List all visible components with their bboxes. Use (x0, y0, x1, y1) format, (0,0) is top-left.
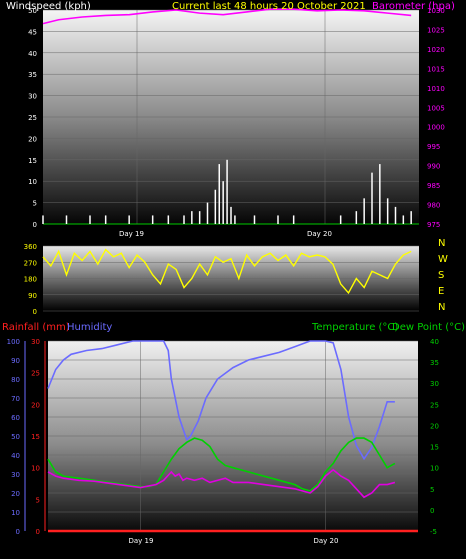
temp-tick-label: 15 (430, 444, 439, 452)
left-tick-label: 10 (28, 178, 37, 186)
barometer-title: Barometer (hpa) (372, 1, 455, 12)
humidity-tick-label: 60 (11, 414, 20, 422)
temp-tick-label: 0 (430, 507, 434, 515)
weather-chart: 05101520253035404550 9759809859909951000… (2, 1, 465, 545)
right-tick-label: 975 (427, 221, 440, 229)
temp-tick-label: 10 (430, 465, 439, 473)
left-tick-label: 0 (33, 221, 37, 229)
rainfall-axis: 0 5 10 15 20 25 30 (31, 338, 46, 536)
temp-tick-label: 5 (430, 486, 434, 494)
left-tick-label: 35 (28, 71, 37, 79)
temperature-axis: -5 0 5 10 15 20 25 30 35 40 (430, 338, 439, 536)
right-tick-label: 1015 (427, 65, 445, 73)
left-tick-label: 5 (33, 200, 37, 208)
rainfall-title: Rainfall (mm) (2, 322, 70, 333)
humidity-tick-label: 50 (11, 433, 20, 441)
temp-tick-label: 20 (430, 422, 439, 430)
rain-tick-label: 0 (36, 528, 40, 536)
right-tick-label: 990 (427, 163, 440, 171)
right-tick-label: 1010 (427, 85, 445, 93)
temp-tick-label: 35 (430, 359, 439, 367)
rain-tick-label: 5 (36, 496, 40, 504)
direction-tick-label: 0 (33, 308, 37, 316)
day-label: Day 19 (129, 537, 154, 545)
left-tick-label: 20 (28, 135, 37, 143)
left-tick-label: 15 (28, 157, 37, 165)
compass-label: E (438, 286, 444, 297)
humidity-tick-label: 0 (16, 528, 20, 536)
humidity-tick-label: 20 (11, 490, 20, 498)
compass-label: N (438, 302, 445, 313)
compass-labels: NWSEN (438, 238, 448, 313)
left-tick-label: 30 (28, 93, 37, 101)
rain-tick-label: 25 (31, 370, 40, 378)
windspeed-title: Windspeed (kph) (6, 1, 91, 12)
temp-humidity-panel: 0 10 20 30 40 50 60 70 80 90 100 0 5 10 15 20 25 30 -5 0 5… (2, 322, 465, 545)
temperature-title: Temperature (°C) (311, 322, 398, 333)
humidity-tick-label: 80 (11, 376, 20, 384)
right-tick-label: 1005 (427, 104, 445, 112)
left-tick-label: 40 (28, 50, 37, 58)
rain-tick-label: 10 (31, 465, 40, 473)
right-tick-label: 985 (427, 182, 440, 190)
temp-tick-label: 25 (430, 401, 439, 409)
weather-dashboard: 0 5 10 15 20 25 30 35 40 45 50 975 980 985 990 995 1000… (0, 0, 466, 555)
direction-tick-label: 180 (24, 276, 37, 284)
compass-label: W (438, 254, 448, 265)
wind-barometer-panel: 05101520253035404550 9759809859909951000… (6, 1, 455, 238)
humidity-tick-label: 30 (11, 471, 20, 479)
day-label: Day 20 (307, 230, 332, 238)
wind-direction-panel: 090180270360 NWSEN (24, 238, 448, 316)
humidity-tick-label: 70 (11, 395, 20, 403)
right-tick-label: 1000 (427, 124, 445, 132)
right-tick-label: 1020 (427, 46, 445, 54)
day-label: Day 20 (314, 537, 339, 545)
rain-tick-label: 20 (31, 401, 40, 409)
humidity-tick-label: 10 (11, 509, 20, 517)
temp-tick-label: 40 (430, 338, 439, 346)
temp-tick-label: -5 (430, 528, 437, 536)
left-tick-label: 25 (28, 114, 37, 122)
humidity-tick-label: 90 (11, 357, 20, 365)
day-labels-1: Day 19 Day 20 (119, 230, 332, 238)
direction-axis: 0 90 180 270 360 (24, 243, 37, 316)
left-tick-label: 45 (28, 28, 37, 36)
humidity-tick-label: 40 (11, 452, 20, 460)
chart-title: Current last 48 hours 20 October 2021 (172, 1, 366, 12)
day-label: Day 19 (119, 230, 144, 238)
right-tick-label: 980 (427, 202, 440, 210)
left-axis-1: 05101520253035404550 (28, 7, 37, 229)
humidity-axis: 0 10 20 30 40 50 60 70 80 90 100 (7, 338, 26, 536)
compass-label: S (438, 270, 444, 281)
compass-label: N (438, 238, 445, 249)
right-tick-label: 995 (427, 143, 440, 151)
rain-tick-label: 15 (31, 433, 40, 441)
humidity-title: Humidity (67, 322, 112, 333)
direction-tick-label: 360 (24, 243, 37, 251)
right-tick-label: 1025 (427, 26, 445, 34)
direction-tick-label: 90 (28, 292, 37, 300)
rain-tick-label: 30 (31, 338, 40, 346)
direction-tick-label: 270 (24, 259, 37, 267)
dewpoint-title: Dew Point (°C) (392, 322, 465, 333)
humidity-tick-label: 100 (7, 338, 20, 346)
day-labels-3: Day 19 Day 20 (129, 537, 339, 545)
right-axis-1: 9759809859909951000100510101015102010251… (427, 7, 445, 229)
temp-tick-label: 30 (430, 380, 439, 388)
